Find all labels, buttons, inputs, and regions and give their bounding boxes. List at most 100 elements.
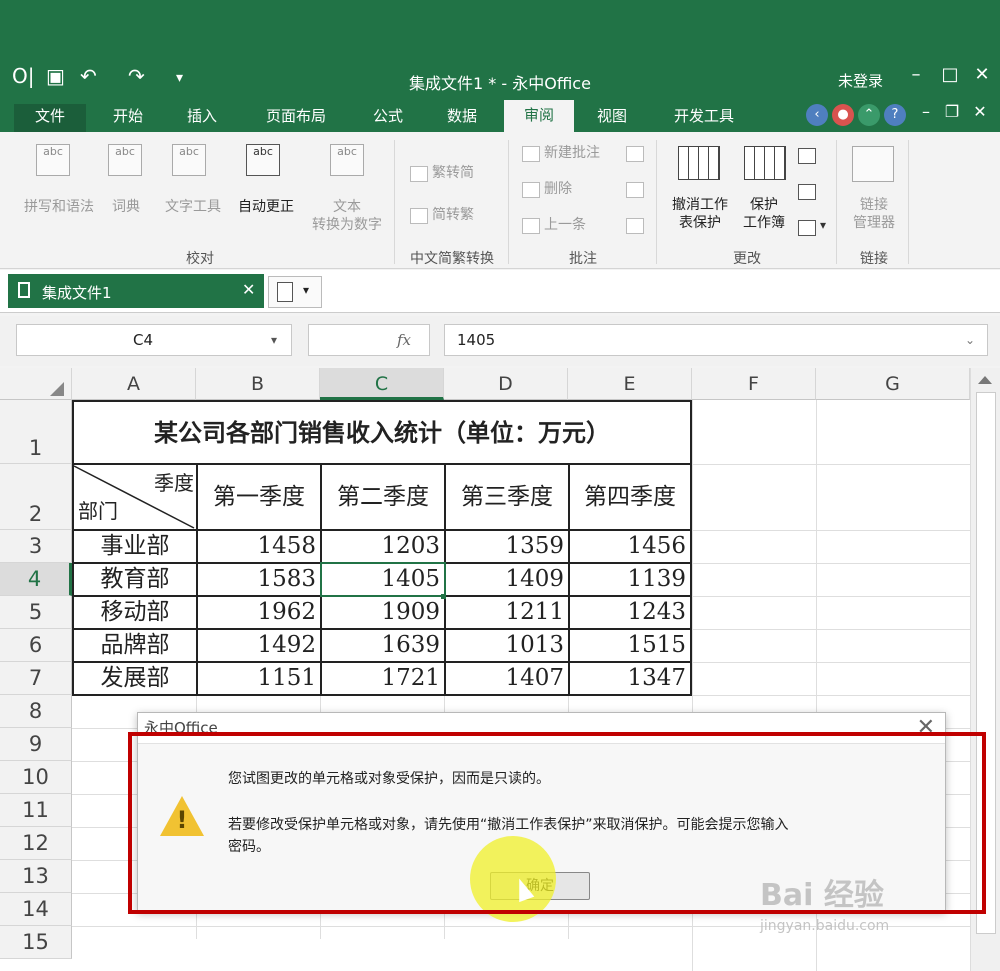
- document-tab[interactable]: 集成文件1 ✕: [8, 274, 264, 308]
- dept-cell[interactable]: 发展部: [74, 663, 196, 694]
- share-workbook-icon[interactable]: [798, 148, 816, 164]
- value-cell[interactable]: 1909: [322, 597, 444, 628]
- column-header-f[interactable]: F: [692, 368, 816, 400]
- doc-minimize-button[interactable]: –: [914, 102, 938, 121]
- row-header-9[interactable]: 9: [0, 728, 72, 761]
- tab-file[interactable]: 文件: [14, 104, 86, 132]
- collapse-ribbon-icon[interactable]: ⌃: [858, 104, 880, 126]
- autocorrect-button[interactable]: 自动更正: [230, 198, 302, 216]
- save-icon[interactable]: ▣: [46, 64, 65, 88]
- table-title[interactable]: 某公司各部门销售收入统计（单位：万元）: [74, 402, 690, 464]
- column-header-a[interactable]: A: [72, 368, 196, 400]
- dept-cell[interactable]: 事业部: [74, 531, 196, 562]
- name-box-dropdown-icon[interactable]: ▾: [271, 325, 277, 355]
- back-icon[interactable]: ‹: [806, 104, 828, 126]
- track-changes-icon[interactable]: [798, 220, 816, 236]
- value-cell[interactable]: 1407: [446, 663, 568, 694]
- row-header-11[interactable]: 11: [0, 794, 72, 827]
- value-cell[interactable]: 1458: [198, 531, 320, 562]
- new-document-dropdown-icon[interactable]: ▾: [303, 283, 309, 297]
- header-q3[interactable]: 第三季度: [446, 464, 568, 530]
- trad-to-simp-button[interactable]: 繁转简: [432, 164, 492, 182]
- value-cell[interactable]: 1409: [446, 564, 568, 595]
- doc-close-button[interactable]: ✕: [968, 102, 992, 121]
- name-box[interactable]: C4 ▾: [16, 324, 292, 356]
- value-cell[interactable]: 1139: [570, 564, 690, 595]
- row-header-10[interactable]: 10: [0, 761, 72, 794]
- delete-comment-button[interactable]: 删除: [544, 180, 604, 198]
- spelling-button[interactable]: 拼写和语法: [14, 198, 104, 216]
- row-header-15[interactable]: 15: [0, 926, 72, 959]
- tab-formula[interactable]: 公式: [356, 104, 420, 132]
- quick-access-menu-icon[interactable]: ▾: [176, 70, 183, 86]
- value-cell[interactable]: 1151: [198, 663, 320, 694]
- value-cell[interactable]: 1359: [446, 531, 568, 562]
- value-cell[interactable]: 1347: [570, 663, 690, 694]
- value-cell[interactable]: 1515: [570, 630, 690, 661]
- maximize-button[interactable]: □: [938, 64, 962, 85]
- edit-comment-icon[interactable]: [626, 182, 644, 198]
- fill-handle[interactable]: [441, 594, 446, 599]
- column-header-c[interactable]: C: [320, 368, 444, 400]
- value-cell[interactable]: 1456: [570, 531, 690, 562]
- show-all-comments-icon[interactable]: [626, 218, 644, 234]
- value-cell[interactable]: 1639: [322, 630, 444, 661]
- simp-to-trad-button[interactable]: 简转繁: [432, 206, 492, 224]
- row-header-3[interactable]: 3: [0, 530, 72, 563]
- value-cell[interactable]: 1013: [446, 630, 568, 661]
- help-icon[interactable]: ?: [884, 104, 906, 126]
- scroll-up-icon[interactable]: [978, 376, 992, 384]
- expand-formula-icon[interactable]: ⌄: [965, 325, 975, 355]
- unprotect-sheet-button[interactable]: 撤消工作 表保护: [662, 196, 738, 232]
- redo-icon[interactable]: ↷: [128, 64, 145, 88]
- tab-developer[interactable]: 开发工具: [656, 104, 752, 132]
- tab-insert[interactable]: 插入: [170, 104, 234, 132]
- column-header-g[interactable]: G: [816, 368, 970, 400]
- value-cell[interactable]: 1721: [322, 663, 444, 694]
- column-header-e[interactable]: E: [568, 368, 692, 400]
- doc-restore-button[interactable]: ❐: [940, 102, 964, 121]
- row-header-1[interactable]: 1: [0, 400, 72, 464]
- column-header-b[interactable]: B: [196, 368, 320, 400]
- formula-input[interactable]: 1405 ⌄: [444, 324, 988, 356]
- minimize-button[interactable]: –: [904, 64, 928, 85]
- new-document-button[interactable]: ▾: [268, 276, 322, 308]
- row-header-4[interactable]: 4: [0, 563, 72, 596]
- row-header-12[interactable]: 12: [0, 827, 72, 860]
- link-manager-button[interactable]: 链接 管理器: [842, 196, 906, 232]
- header-q4[interactable]: 第四季度: [570, 464, 690, 530]
- dept-cell[interactable]: 移动部: [74, 597, 196, 628]
- dept-cell[interactable]: 品牌部: [74, 630, 196, 661]
- row-header-5[interactable]: 5: [0, 596, 72, 629]
- header-q2[interactable]: 第二季度: [322, 464, 444, 530]
- row-header-8[interactable]: 8: [0, 695, 72, 728]
- text-tool-button[interactable]: 文字工具: [156, 198, 230, 216]
- tab-data[interactable]: 数据: [430, 104, 494, 132]
- tab-home[interactable]: 开始: [96, 104, 160, 132]
- row-header-7[interactable]: 7: [0, 662, 72, 695]
- header-q1[interactable]: 第一季度: [198, 464, 320, 530]
- allow-edit-ranges-icon[interactable]: [798, 184, 816, 200]
- row-header-13[interactable]: 13: [0, 860, 72, 893]
- login-status[interactable]: 未登录: [838, 70, 883, 91]
- value-cell[interactable]: 1243: [570, 597, 690, 628]
- skin-icon[interactable]: ●: [832, 104, 854, 126]
- dept-cell[interactable]: 教育部: [74, 564, 196, 595]
- close-window-button[interactable]: ✕: [970, 64, 994, 85]
- select-all-corner[interactable]: [0, 368, 72, 400]
- tab-page-layout[interactable]: 页面布局: [250, 104, 342, 132]
- column-header-d[interactable]: D: [444, 368, 568, 400]
- row-header-14[interactable]: 14: [0, 893, 72, 926]
- function-wizard-button[interactable]: fx: [308, 324, 430, 356]
- tab-review[interactable]: 审阅: [504, 100, 574, 132]
- row-header-6[interactable]: 6: [0, 629, 72, 662]
- value-cell[interactable]: 1211: [446, 597, 568, 628]
- undo-icon[interactable]: ↶: [80, 64, 97, 88]
- protect-workbook-button[interactable]: 保护 工作簿: [734, 196, 794, 232]
- dictionary-button[interactable]: 词典: [106, 198, 146, 216]
- value-cell[interactable]: 1583: [198, 564, 320, 595]
- track-changes-dropdown-icon[interactable]: ▾: [820, 218, 826, 232]
- value-cell[interactable]: 1962: [198, 597, 320, 628]
- prev-comment-button[interactable]: 上一条: [544, 216, 604, 234]
- value-cell[interactable]: 1203: [322, 531, 444, 562]
